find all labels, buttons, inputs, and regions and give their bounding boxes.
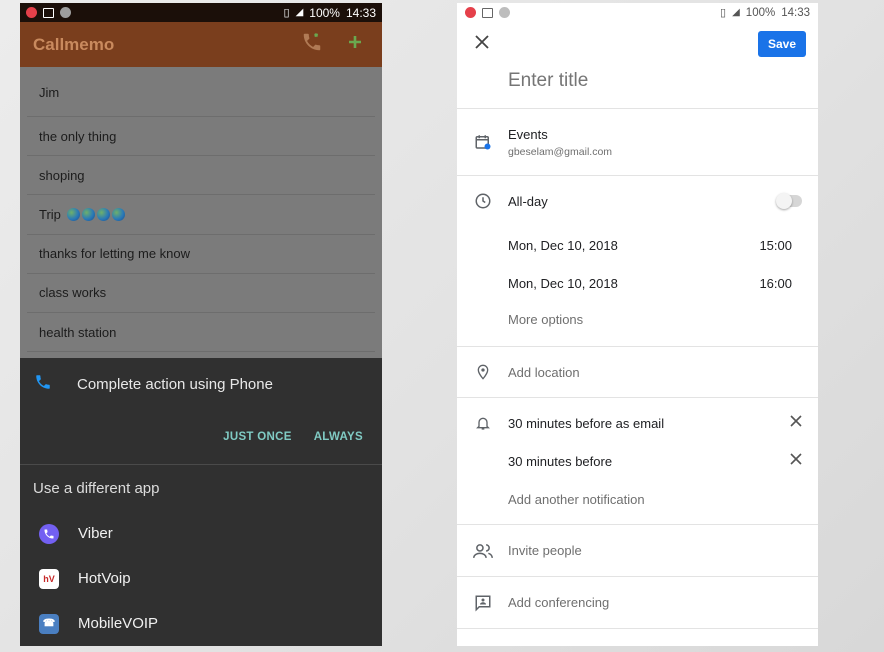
memo-item[interactable]: health station — [27, 313, 375, 353]
clock-icon — [473, 192, 493, 210]
add-icon[interactable] — [347, 34, 363, 55]
right-screen: ▯ ◢ 100% 14:33 Save Events gbeselam@gmai… — [457, 3, 818, 646]
phone-icon — [34, 373, 58, 396]
vibrate-icon: ▯ — [720, 7, 727, 19]
circle-icon — [499, 7, 510, 18]
just-once-button[interactable]: JUST ONCE — [223, 431, 292, 443]
calendar-account: gbeselam@gmail.com — [508, 145, 613, 158]
invite-row[interactable]: Invite people — [457, 525, 818, 576]
remove-notification-icon[interactable] — [790, 414, 802, 432]
image-icon — [43, 7, 54, 18]
save-button[interactable]: Save — [757, 31, 806, 57]
add-location[interactable]: Add location — [508, 365, 580, 380]
memo-item[interactable]: class works — [27, 274, 375, 313]
clock: 14:33 — [345, 5, 376, 20]
app-name: Viber — [78, 525, 113, 542]
app-title: Callmemo — [33, 34, 115, 54]
clock: 14:33 — [781, 6, 810, 19]
app-option-mobilevoip[interactable]: ☎ MobileVOIP — [20, 601, 382, 646]
bell-icon — [473, 414, 493, 432]
location-pin-icon — [473, 363, 493, 381]
start-datetime-row[interactable]: Mon, Dec 10, 2018 15:00 — [457, 226, 818, 264]
memo-item[interactable]: thanks for letting me know — [27, 235, 375, 274]
globe-emoji-icon — [96, 207, 110, 221]
start-time[interactable]: 15:00 — [759, 238, 792, 253]
left-screen: ▯ ◢ 100% 14:33 Callmemo Jim the only thi… — [20, 3, 382, 646]
signal-icon: ◢ — [295, 7, 304, 18]
memo-item[interactable]: Jim — [27, 67, 375, 117]
globe-emoji-icon — [66, 207, 80, 221]
calendar-selector[interactable]: Events gbeselam@gmail.com — [457, 109, 818, 175]
mobilevoip-icon: ☎ — [39, 613, 59, 634]
notification-row[interactable]: 30 minutes before as email — [457, 398, 818, 448]
battery-text: 100% — [309, 5, 340, 20]
call-log-icon[interactable] — [301, 31, 323, 58]
memo-item[interactable]: the only thing — [27, 117, 375, 157]
end-datetime-row[interactable]: Mon, Dec 10, 2018 16:00 — [457, 264, 818, 302]
app-bar: Callmemo — [20, 22, 382, 67]
notification-app-icon — [26, 7, 37, 18]
app-name: HotVoip — [78, 570, 131, 587]
conferencing-row[interactable]: Add conferencing — [457, 577, 818, 628]
all-day-row[interactable]: All-day — [457, 176, 818, 226]
different-app-heading: Use a different app — [33, 479, 160, 497]
more-options[interactable]: More options — [508, 312, 583, 327]
end-time[interactable]: 16:00 — [759, 276, 792, 291]
memo-item[interactable]: Trip — [27, 195, 375, 235]
circle-icon — [60, 7, 71, 18]
add-notification[interactable]: Add another notification — [508, 492, 645, 507]
conference-icon — [473, 594, 493, 612]
hotvoip-icon: hV — [39, 568, 59, 589]
viber-icon — [39, 523, 59, 544]
location-row[interactable]: Add location — [457, 347, 818, 397]
title-input[interactable] — [508, 70, 788, 92]
signal-icon: ◢ — [732, 7, 740, 18]
notification-label: 30 minutes before — [508, 453, 613, 469]
globe-emoji-icon — [111, 207, 125, 221]
close-icon[interactable] — [475, 34, 489, 54]
all-day-label: All-day — [508, 193, 548, 209]
calendar-name: Events — [508, 126, 548, 142]
app-name: MobileVOIP — [78, 615, 159, 632]
notification-label: 30 minutes before as email — [508, 415, 665, 431]
always-button[interactable]: ALWAYS — [314, 431, 363, 443]
status-bar: ▯ ◢ 100% 14:33 — [457, 3, 818, 22]
memo-item[interactable]: shoping — [27, 156, 375, 196]
memo-list: Jim the only thing shoping Trip thanks f… — [20, 67, 382, 353]
notification-app-icon — [465, 7, 476, 18]
all-day-toggle[interactable] — [776, 193, 802, 209]
sheet-title: Complete action using Phone — [77, 375, 273, 393]
end-date[interactable]: Mon, Dec 10, 2018 — [508, 276, 618, 291]
battery-text: 100% — [745, 6, 776, 19]
calendar-icon — [473, 133, 493, 151]
more-options-row[interactable]: More options — [457, 302, 818, 340]
status-bar: ▯ ◢ 100% 14:33 — [20, 3, 382, 22]
invite-people[interactable]: Invite people — [508, 543, 582, 558]
add-notification-row[interactable]: Add another notification — [457, 474, 818, 524]
remove-notification-icon[interactable] — [790, 452, 802, 470]
globe-emoji-icon — [81, 207, 95, 221]
add-conferencing[interactable]: Add conferencing — [508, 595, 609, 610]
app-option-viber[interactable]: Viber — [20, 511, 382, 556]
app-option-hotvoip[interactable]: hV HotVoip — [20, 556, 382, 601]
vibrate-icon: ▯ — [283, 7, 290, 19]
color-row[interactable]: Default color — [457, 629, 818, 646]
start-date[interactable]: Mon, Dec 10, 2018 — [508, 238, 618, 253]
people-icon — [473, 543, 493, 559]
notification-row[interactable]: 30 minutes before — [457, 448, 818, 474]
image-icon — [482, 7, 493, 18]
app-chooser-sheet: Complete action using Phone JUST ONCE AL… — [20, 358, 382, 646]
